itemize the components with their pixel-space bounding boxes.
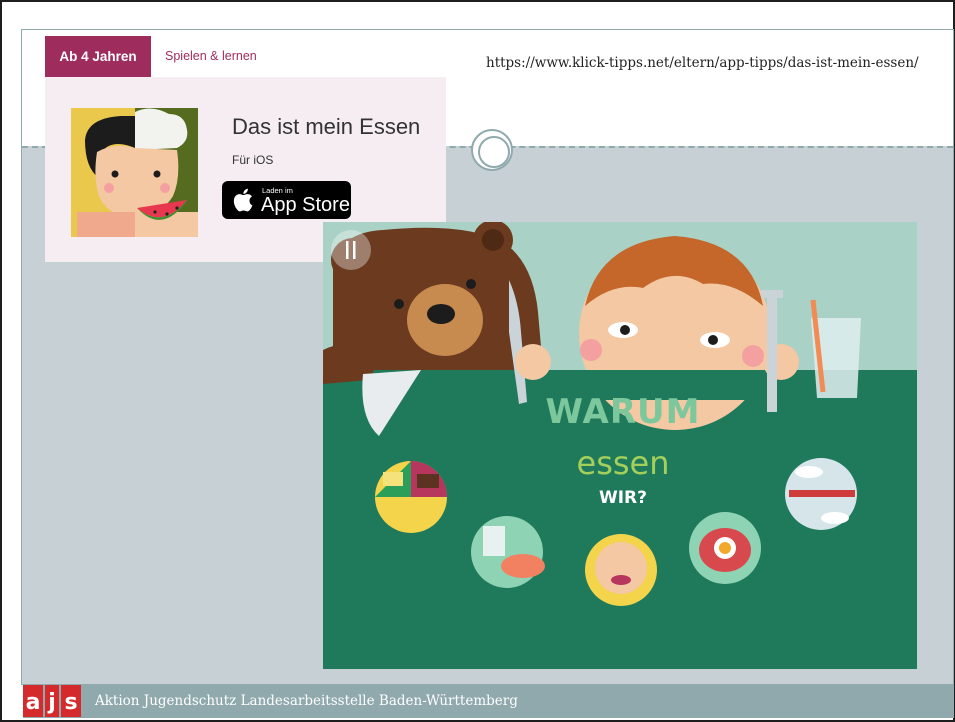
app-platform: Für iOS xyxy=(232,153,274,167)
game-title-essen: essen xyxy=(576,444,670,482)
food-circle-plate xyxy=(375,461,447,533)
ajs-logo: a j s xyxy=(23,685,81,717)
app-title: Das ist mein Essen xyxy=(232,114,421,139)
fork-knife-icon xyxy=(346,241,356,259)
game-menu-button[interactable] xyxy=(331,230,371,270)
source-url[interactable]: https://www.klick-tipps.net/eltern/app-t… xyxy=(486,55,926,71)
food-circle-airplane xyxy=(785,458,857,530)
game-screenshot: WARUM essen WIR? xyxy=(323,222,917,669)
footer-bar: a j s Aktion Jugendschutz Landesarbeitss… xyxy=(23,684,954,718)
food-circle-mouth xyxy=(585,534,657,606)
content-frame: https://www.klick-tipps.net/eltern/app-t… xyxy=(21,29,954,685)
food-circle-sandwich xyxy=(689,512,761,584)
slide: https://www.klick-tipps.net/eltern/app-t… xyxy=(0,0,955,722)
badge-big-text: App Store xyxy=(261,194,350,216)
game-title-warum: WARUM xyxy=(545,392,701,432)
svg-text:a: a xyxy=(26,690,41,715)
game-title-wir: WIR? xyxy=(598,488,648,508)
app-icon xyxy=(71,108,198,237)
ring-ornament xyxy=(471,129,513,171)
footer-organization: Aktion Jugendschutz Landesarbeitsstelle … xyxy=(95,693,518,709)
card-tabs: Ab 4 Jahren Spielen & lernen xyxy=(45,36,446,77)
app-icon-illustration xyxy=(71,108,198,237)
apple-icon xyxy=(233,188,253,212)
app-store-badge[interactable]: Laden im App Store xyxy=(222,181,351,219)
svg-text:j: j xyxy=(47,690,56,715)
tab-category[interactable]: Spielen & lernen xyxy=(165,36,257,77)
svg-text:s: s xyxy=(64,690,77,715)
tab-age[interactable]: Ab 4 Jahren xyxy=(45,36,151,77)
